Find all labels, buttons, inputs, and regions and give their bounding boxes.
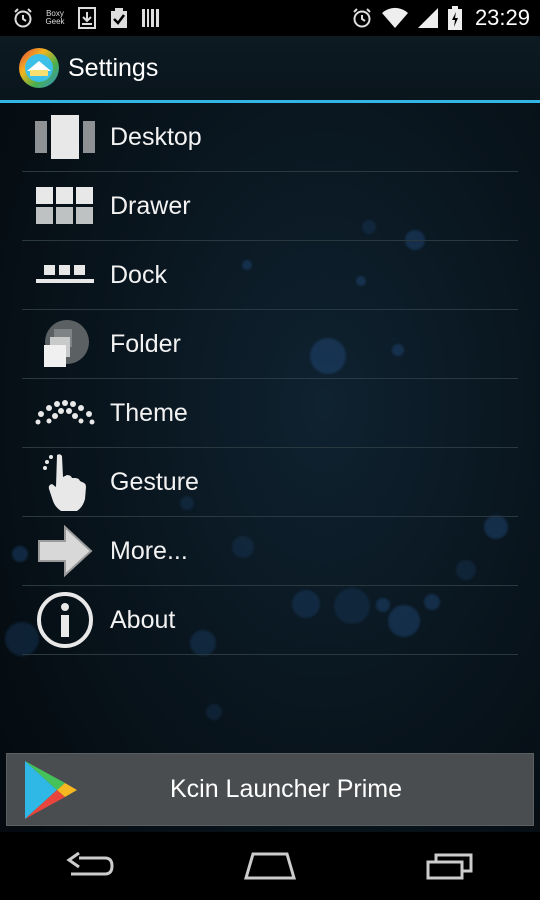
menu-item-label: Folder	[110, 329, 181, 358]
wifi-icon	[381, 7, 409, 29]
prime-label: Kcin Launcher Prime	[169, 775, 403, 803]
signal-icon	[417, 7, 439, 29]
menu-item-label: Theme	[110, 398, 188, 427]
clipboard-check-icon	[108, 7, 130, 29]
arrow-right-icon	[34, 524, 96, 578]
menu-item-label: Dock	[110, 260, 167, 289]
barcode-icon	[140, 7, 162, 29]
menu-item-more[interactable]: More...	[22, 517, 518, 586]
menu-item-label: More...	[110, 536, 188, 565]
drawer-icon	[34, 181, 96, 231]
page-title: Settings	[68, 53, 159, 82]
get-prime-button[interactable]: Kcin Launcher Prime	[6, 753, 534, 826]
menu-item-theme[interactable]: Theme	[22, 379, 518, 448]
settings-menu: Desktop Drawer Dock Folder Theme Gesture…	[22, 103, 518, 655]
dock-icon	[34, 250, 96, 300]
clock-time: 23:29	[474, 5, 530, 30]
menu-item-label: Drawer	[110, 191, 191, 220]
boxy-geek-icon: Boxy Geek	[44, 7, 66, 29]
back-icon[interactable]	[55, 846, 125, 886]
menu-item-dock[interactable]: Dock	[22, 241, 518, 310]
gesture-icon	[34, 454, 96, 511]
desktop-icon	[34, 112, 96, 162]
menu-item-label: About	[110, 605, 176, 634]
menu-item-label: Desktop	[110, 122, 202, 151]
action-bar: Settings	[0, 36, 540, 103]
battery-charging-icon	[447, 6, 463, 30]
status-bar: Boxy Geek 23:29	[0, 0, 540, 36]
alarm-icon	[351, 7, 373, 29]
download-icon	[76, 7, 98, 29]
notification-icons: Boxy Geek	[0, 7, 162, 29]
folder-icon	[34, 319, 96, 369]
menu-item-folder[interactable]: Folder	[22, 310, 518, 379]
info-icon	[34, 592, 96, 648]
alarm-icon	[12, 7, 34, 29]
theme-icon	[34, 388, 96, 438]
menu-item-label: Gesture	[110, 467, 199, 496]
play-store-icon	[21, 759, 79, 821]
menu-item-about[interactable]: About	[22, 586, 518, 655]
home-icon[interactable]	[235, 846, 305, 886]
menu-item-gesture[interactable]: Gesture	[22, 448, 518, 517]
boxy-geek-text-2: Geek	[45, 17, 65, 26]
recents-icon[interactable]	[415, 846, 485, 886]
navigation-bar	[0, 832, 540, 900]
menu-item-desktop[interactable]: Desktop	[22, 103, 518, 172]
system-icons: 23:29	[351, 5, 540, 31]
menu-item-drawer[interactable]: Drawer	[22, 172, 518, 241]
launcher-logo-icon[interactable]	[18, 47, 60, 89]
